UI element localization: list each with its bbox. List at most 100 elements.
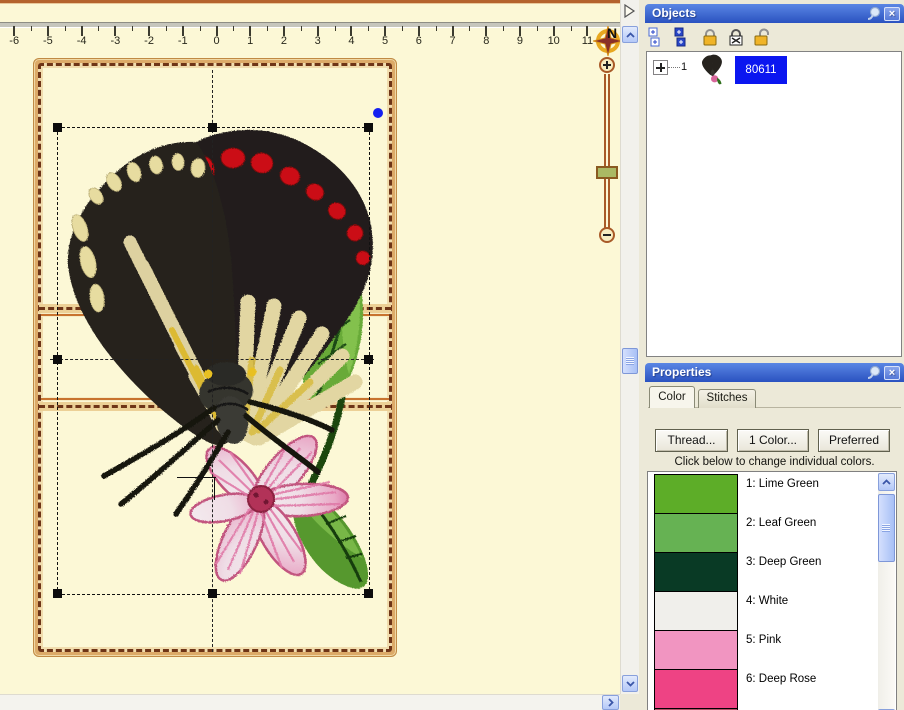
ruler-tick-label: 6 (416, 35, 422, 47)
color-swatch[interactable] (654, 591, 738, 631)
ruler-tick-label: 8 (483, 35, 489, 47)
ruler-tick-minor (402, 26, 403, 31)
selection-handle-se[interactable] (364, 589, 373, 598)
lock-closed-icon[interactable] (700, 27, 720, 47)
stitch-start-marker[interactable] (373, 108, 383, 118)
chevron-up-icon (882, 479, 891, 485)
properties-close-button[interactable]: × (884, 366, 900, 380)
chevron-right-icon (608, 698, 614, 707)
ruler-tick-minor (368, 26, 369, 31)
objects-toolbar (645, 23, 904, 51)
color-row[interactable]: 4: White (648, 591, 878, 631)
lock-x-icon[interactable] (726, 27, 746, 47)
tab-color[interactable]: Color (649, 386, 695, 408)
color-scroll-up-button[interactable] (878, 473, 895, 491)
ruler-tick-label: -4 (77, 35, 87, 47)
color-list-scrollbar[interactable] (878, 473, 895, 710)
selection-handle-nw[interactable] (53, 123, 62, 132)
preferred-button[interactable]: Preferred (818, 429, 890, 452)
ruler-tick-minor (200, 26, 201, 31)
scroll-right-button[interactable] (602, 695, 619, 710)
ruler-tick-minor (233, 26, 234, 31)
ruler-tick-label: 9 (517, 35, 523, 47)
ruler-tick-label: -2 (144, 35, 154, 47)
objects-panel-titlebar[interactable]: Objects × (645, 4, 904, 23)
vertical-scroll-thumb[interactable] (622, 348, 638, 374)
color-label: 6: Deep Rose (746, 673, 816, 685)
color-label: 1: Lime Green (746, 478, 819, 490)
ruler-tick-minor (469, 26, 470, 31)
properties-panel-titlebar[interactable]: Properties × (645, 363, 904, 382)
ruler-tick-minor (65, 26, 66, 31)
selection-box[interactable] (57, 127, 370, 595)
panel-expander-icon[interactable] (623, 4, 636, 18)
selection-handle-s[interactable] (208, 589, 217, 598)
ruler-tick-label: 11 (582, 35, 593, 47)
objects-close-button[interactable]: × (884, 7, 900, 21)
color-row[interactable]: 5: Pink (648, 630, 878, 670)
canvas-horizontal-scrollbar[interactable] (0, 694, 620, 710)
chevron-down-icon (626, 681, 635, 687)
ruler-tick-label: 4 (348, 35, 354, 47)
scroll-up-button[interactable] (622, 26, 638, 43)
color-list-rows: 1: Lime Green 2: Leaf Green 3: Deep Gree… (648, 474, 878, 710)
color-swatch[interactable] (654, 552, 738, 592)
design-canvas[interactable]: -6-5-4-3-2-101234567891011 (0, 0, 620, 694)
compass-north-label: N (607, 25, 617, 41)
tree-connector (668, 67, 680, 68)
zoom-in-button[interactable] (599, 57, 615, 73)
ruler-tick-minor (335, 26, 336, 31)
color-swatch[interactable] (654, 630, 738, 670)
ruler-tick-minor (537, 26, 538, 31)
ruler-tick-minor (31, 26, 32, 31)
ruler-tick-label: -1 (178, 35, 188, 47)
selection-handle-n[interactable] (208, 123, 217, 132)
selection-handle-w[interactable] (53, 355, 62, 364)
tab-stitches[interactable]: Stitches (698, 389, 756, 408)
color-label: 3: Deep Green (746, 556, 821, 568)
canvas-vertical-scrollbar[interactable] (620, 0, 639, 694)
color-row[interactable]: 2: Leaf Green (648, 513, 878, 553)
design-center-marker (214, 477, 215, 500)
ruler-ticks: -6-5-4-3-2-101234567891011 (0, 26, 620, 52)
scroll-down-button[interactable] (622, 675, 638, 692)
selection-handle-e[interactable] (364, 355, 373, 364)
object-thumbnail[interactable] (695, 54, 729, 86)
color-row[interactable]: 3: Deep Green (648, 552, 878, 592)
zoom-out-button[interactable] (599, 227, 615, 243)
lock-open-icon[interactable] (752, 27, 772, 47)
object-index: 1 (681, 61, 687, 73)
rollup-icon[interactable] (865, 6, 881, 21)
ruler-tick-minor (301, 26, 302, 31)
ruler-tick-minor (166, 26, 167, 31)
color-row[interactable]: 6: Deep Rose (648, 669, 878, 709)
properties-panel: Properties × Color Stitches Thread... 1 … (645, 363, 904, 710)
tree-expand-button[interactable] (653, 60, 668, 75)
zoom-slider-track[interactable] (604, 74, 610, 229)
color-label: 5: Pink (746, 634, 781, 646)
objects-list[interactable]: 1 80611 (646, 51, 902, 357)
selection-handle-sw[interactable] (53, 589, 62, 598)
selection-handle-ne[interactable] (364, 123, 373, 132)
thread-button[interactable]: Thread... (655, 429, 728, 452)
color-row[interactable]: 1: Lime Green (648, 474, 878, 514)
rollup-icon[interactable] (865, 365, 881, 380)
ruler-tick-label: 3 (315, 35, 321, 47)
one-color-button[interactable]: 1 Color... (737, 429, 809, 452)
select-plus-icon[interactable] (648, 27, 668, 47)
color-swatch[interactable] (654, 669, 738, 709)
properties-tabs: Color Stitches (648, 386, 901, 408)
ruler-tick-minor (436, 26, 437, 31)
color-scroll-thumb[interactable] (878, 494, 895, 562)
select-minus-icon[interactable] (674, 27, 694, 47)
ruler-tick-label: -5 (43, 35, 53, 47)
objects-panel: Objects × (645, 4, 904, 359)
ruler-tick-minor (571, 26, 572, 31)
color-list[interactable]: 1: Lime Green 2: Leaf Green 3: Deep Gree… (647, 471, 897, 710)
color-swatch[interactable] (654, 474, 738, 514)
ruler-tick-label: -6 (9, 35, 19, 47)
zoom-slider-handle[interactable] (596, 166, 618, 179)
object-item-selected[interactable]: 80611 (735, 56, 787, 84)
ruler-tick-label: -3 (110, 35, 120, 47)
color-swatch[interactable] (654, 513, 738, 553)
